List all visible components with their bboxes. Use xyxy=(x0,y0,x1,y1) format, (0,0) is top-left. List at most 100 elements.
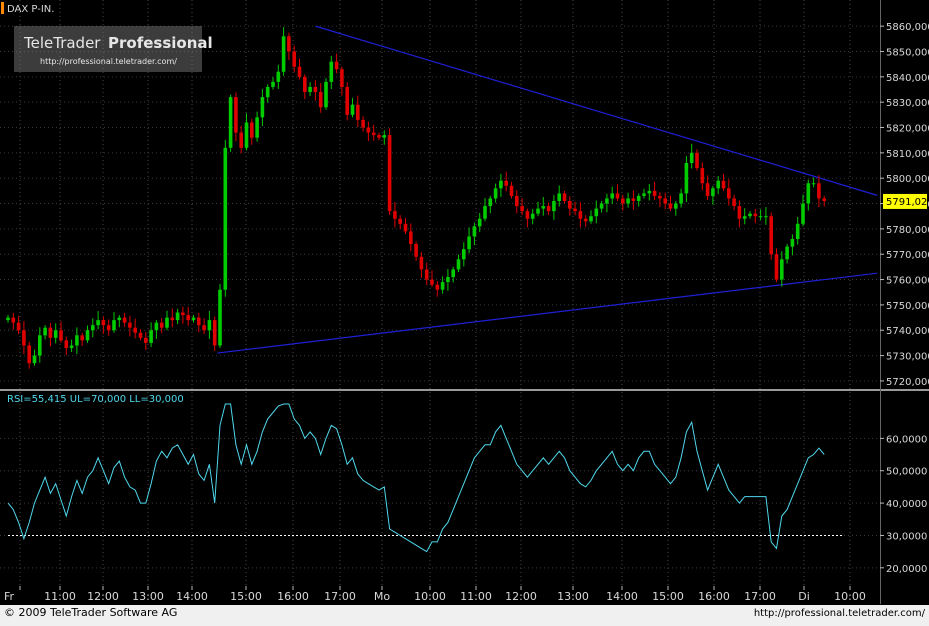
candle-body xyxy=(64,340,69,348)
candle-body xyxy=(456,259,461,270)
candle-body xyxy=(546,206,551,212)
candle-body xyxy=(700,168,705,184)
candle-body xyxy=(387,135,392,212)
candle-body xyxy=(790,239,795,247)
candle-body xyxy=(525,211,530,219)
last-price-label: 5791,02 xyxy=(886,197,927,208)
price-tick-label: 5760,000 xyxy=(886,276,929,287)
candle-body xyxy=(716,180,720,189)
candle-body xyxy=(218,289,222,346)
candle-body xyxy=(541,206,546,209)
logo-url-text: http://professional.teletrader.com/ xyxy=(40,57,177,66)
candle-body xyxy=(144,337,148,343)
candle-body xyxy=(663,198,667,204)
candle-body xyxy=(122,317,127,323)
time-axis-label: 11:00 xyxy=(460,590,492,603)
price-tick-label: 5810,000 xyxy=(886,149,929,160)
candle-body xyxy=(658,195,662,199)
candle-body xyxy=(308,86,312,93)
candle-body xyxy=(737,206,742,219)
footer-url[interactable]: http://professional.teletrader.com/ xyxy=(754,608,926,619)
candle-body xyxy=(403,223,408,232)
candle-body xyxy=(303,76,307,93)
candle-body xyxy=(610,193,614,199)
candle-body xyxy=(324,81,328,108)
candle-body xyxy=(499,180,503,189)
chart-window: DAX P-IN. TeleTrader Professional http:/… xyxy=(0,0,929,622)
candle-body xyxy=(43,327,47,336)
candle-body xyxy=(170,317,175,321)
price-tick-label: 5840,000 xyxy=(886,73,929,84)
candle-body xyxy=(795,223,800,240)
time-axis-label: 14:00 xyxy=(176,590,208,603)
candle-body xyxy=(440,282,445,290)
candle-body xyxy=(318,92,323,108)
rsi-tick-label: 60,0000 xyxy=(886,434,927,445)
candle-body xyxy=(488,198,493,207)
candle-body xyxy=(652,190,657,196)
candle-body xyxy=(679,193,683,204)
candle-body xyxy=(287,36,291,52)
candle-body xyxy=(780,259,784,280)
candle-body xyxy=(117,317,122,321)
candle-body xyxy=(197,317,201,326)
price-tick-label: 5860,000 xyxy=(886,22,929,33)
price-tick-label: 5830,000 xyxy=(886,98,929,109)
candle-body xyxy=(483,206,487,219)
candle-body xyxy=(276,71,281,82)
price-tick-label: 5770,000 xyxy=(886,250,929,261)
candle-body xyxy=(817,183,821,199)
candle-body xyxy=(27,345,31,364)
candle-body xyxy=(774,254,779,280)
candle-body xyxy=(621,198,625,204)
price-tick-label: 5730,000 xyxy=(886,352,929,363)
candle-body xyxy=(239,132,243,148)
time-axis-label: 12:00 xyxy=(505,590,537,603)
candle-body xyxy=(811,183,816,185)
candle-body xyxy=(371,132,376,136)
candle-body xyxy=(589,216,593,222)
candle-body xyxy=(520,206,524,212)
candle-body xyxy=(175,312,180,321)
candle-body xyxy=(409,231,413,245)
candle-body xyxy=(128,322,132,328)
candle-body xyxy=(329,61,334,82)
candle-body xyxy=(377,135,381,138)
candle-body xyxy=(748,213,752,217)
price-tick-label: 5820,000 xyxy=(886,124,929,135)
candle-body xyxy=(424,269,429,280)
candle-body xyxy=(764,216,768,218)
candle-body xyxy=(462,249,466,260)
candle-body xyxy=(345,86,349,115)
price-tick-label: 5740,000 xyxy=(886,326,929,337)
candle-body xyxy=(356,104,360,120)
candle-body xyxy=(398,218,402,224)
rsi-tick-label: 50,0000 xyxy=(886,467,927,478)
candle-body xyxy=(212,320,217,346)
candle-body xyxy=(32,355,37,364)
candle-body xyxy=(472,226,477,237)
copyright-text: © 2009 TeleTrader Software AG xyxy=(4,606,177,619)
candle-body xyxy=(260,97,265,118)
candle-body xyxy=(414,244,418,257)
rsi-tick-label: 20,0000 xyxy=(886,564,927,575)
chart-canvas: DAX P-IN. TeleTrader Professional http:/… xyxy=(0,0,929,619)
candle-body xyxy=(207,320,212,331)
candle-body xyxy=(467,236,471,250)
candle-body xyxy=(271,81,275,87)
candle-body xyxy=(186,315,190,321)
candle-body xyxy=(451,269,455,278)
candle-body xyxy=(265,86,270,98)
last-price-marker: 5791,02 xyxy=(883,193,927,209)
candle-body xyxy=(493,188,498,199)
logo-product-text: Professional xyxy=(108,34,213,52)
candle-body xyxy=(599,203,604,209)
rsi-legend: RSI=55,415 UL=70,000 LL=30,000 xyxy=(7,394,184,405)
candle-body xyxy=(149,330,153,343)
teletrader-logo: TeleTrader Professional http://professio… xyxy=(14,26,213,72)
candle-body xyxy=(674,203,678,209)
candle-body xyxy=(202,325,206,331)
time-axis-label: 13:00 xyxy=(132,590,164,603)
candle-body xyxy=(350,104,355,115)
candle-body xyxy=(244,122,249,148)
